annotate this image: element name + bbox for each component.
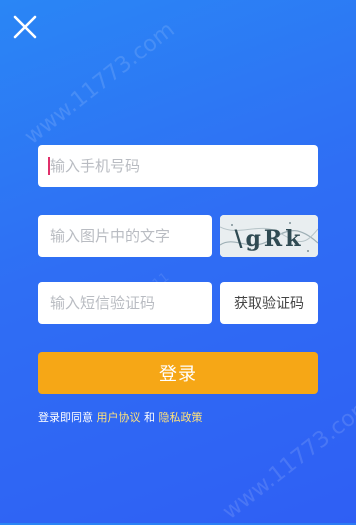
privacy-policy-link[interactable]: 隐私政策 <box>159 411 203 424</box>
login-button[interactable]: 登录 <box>38 352 318 394</box>
user-agreement-link[interactable]: 用户协议 <box>97 411 141 424</box>
close-button[interactable] <box>12 14 38 40</box>
text-caret <box>48 157 50 175</box>
login-screen: www.11773.com www.11773.com 11 \gRk 获取验证… <box>0 0 356 525</box>
watermark-text: www.11773.com <box>20 17 180 150</box>
agreement-text: 登录即同意 用户协议 和 隐私政策 <box>38 409 203 425</box>
watermark-text: www.11773.com <box>218 392 356 525</box>
get-code-button[interactable]: 获取验证码 <box>220 282 318 324</box>
phone-input[interactable] <box>38 145 318 187</box>
captcha-image[interactable]: \gRk <box>220 215 318 257</box>
sms-code-field <box>38 282 212 324</box>
close-icon <box>13 15 37 39</box>
captcha-graphic: \gRk <box>220 215 318 257</box>
captcha-text: \gRk <box>235 226 304 252</box>
image-code-input[interactable] <box>38 215 212 257</box>
agreement-prefix: 登录即同意 <box>38 411 93 424</box>
image-code-field <box>38 215 212 257</box>
sms-code-input[interactable] <box>38 282 212 324</box>
phone-field <box>38 145 318 187</box>
agreement-and: 和 <box>144 411 155 424</box>
